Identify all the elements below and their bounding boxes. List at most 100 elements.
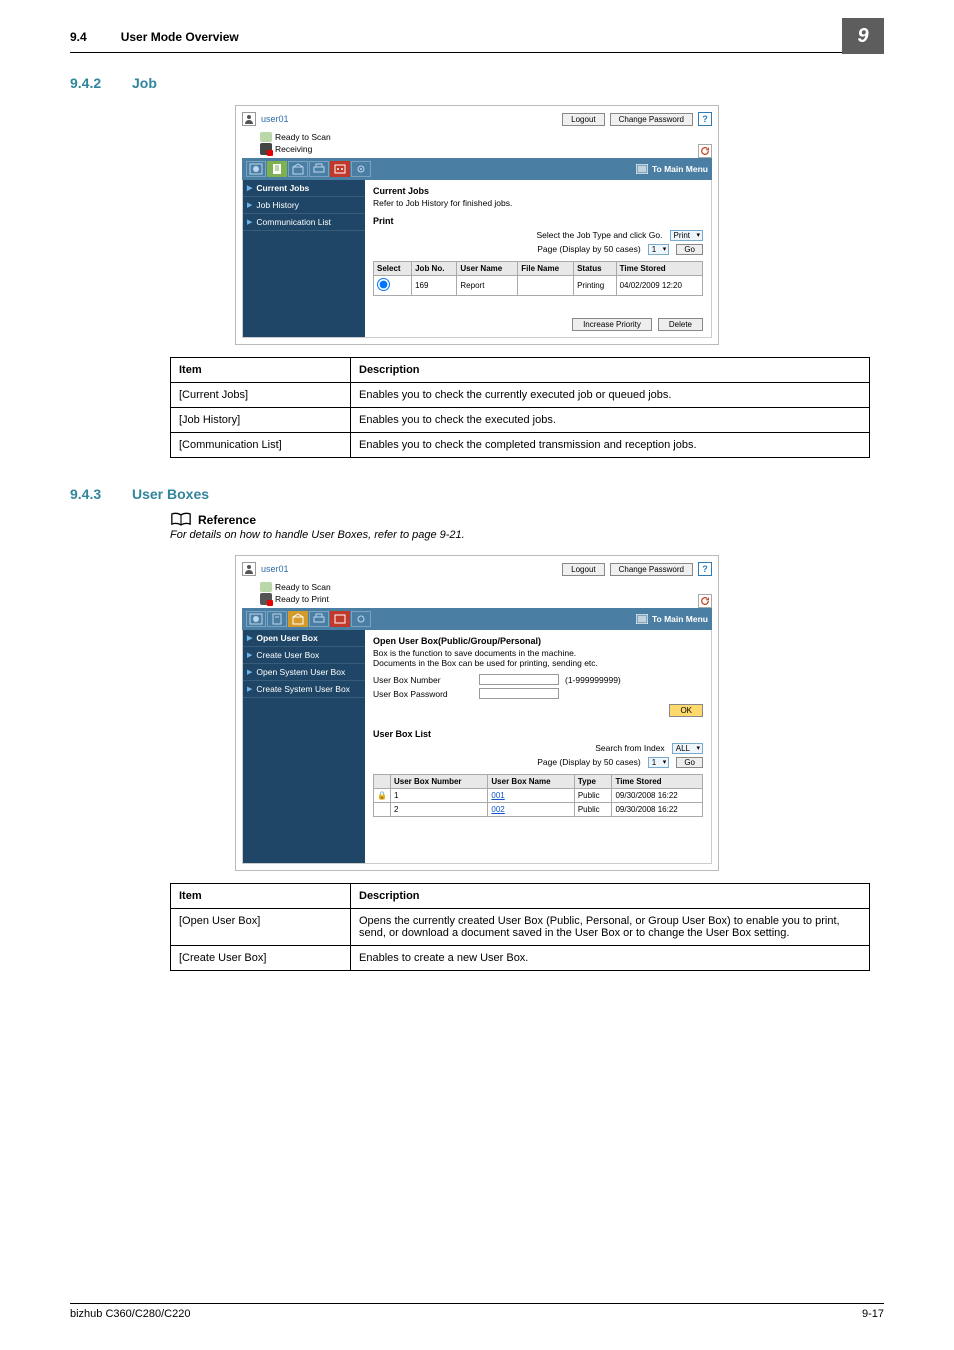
search-index-select[interactable]: ALL	[672, 743, 703, 754]
page-display-label: Page (Display by 50 cases)	[537, 244, 640, 254]
table-row: 2 002 Public 09/30/2008 16:22	[374, 803, 703, 817]
refresh-icon[interactable]	[698, 144, 712, 158]
tab-print-icon[interactable]	[309, 611, 329, 627]
help-icon[interactable]: ?	[698, 562, 712, 576]
logout-button[interactable]: Logout	[562, 113, 604, 126]
panel-sub2: Documents in the Box can be used for pri…	[373, 658, 703, 668]
tab-store-icon[interactable]	[330, 161, 350, 177]
userbox-number-input[interactable]	[479, 674, 559, 685]
tab-job-icon[interactable]	[267, 611, 287, 627]
heading-job-title: Job	[132, 75, 157, 91]
status-print: Ready to Print	[275, 594, 329, 604]
heading-userboxes-title: User Boxes	[132, 486, 209, 502]
nav-current-jobs[interactable]: ▶Current Jobs	[243, 180, 365, 197]
userbox-number-label: User Box Number	[373, 675, 473, 685]
heading-userboxes-num: 9.4.3	[70, 486, 132, 502]
userbox-password-input[interactable]	[479, 688, 559, 699]
table-row: 169 Report Printing 04/02/2009 12:20	[374, 276, 703, 296]
tab-settings-icon[interactable]	[351, 611, 371, 627]
section-title: User Mode Overview	[121, 30, 239, 44]
status-scan: Ready to Scan	[275, 132, 331, 142]
th-username: User Name	[457, 262, 518, 276]
page-select2[interactable]: 1	[648, 757, 669, 768]
tab-strip: To Main Menu	[242, 158, 712, 180]
scanner-status-icon	[260, 582, 272, 592]
th-description: Description	[351, 884, 870, 909]
table-row: [Current Jobs]Enables you to check the c…	[171, 383, 870, 408]
tab-store-icon[interactable]	[330, 611, 350, 627]
screenshot-job: user01 Logout Change Password ? Ready to…	[235, 105, 719, 345]
username: user01	[261, 114, 289, 124]
nav-create-system-user-box[interactable]: ▶Create System User Box	[243, 681, 365, 698]
th-status: Status	[574, 262, 617, 276]
change-password-button[interactable]: Change Password	[610, 113, 693, 126]
userbox-list-title: User Box List	[373, 729, 703, 739]
th-time: Time Stored	[616, 262, 702, 276]
tab-strip: To Main Menu	[242, 608, 712, 630]
status-scan: Ready to Scan	[275, 582, 331, 592]
tab-box-icon[interactable]	[288, 611, 308, 627]
row-select-radio[interactable]	[377, 278, 390, 291]
panel-title: Current Jobs	[373, 186, 703, 196]
tab-settings-icon[interactable]	[351, 161, 371, 177]
th-time: Time Stored	[612, 775, 703, 789]
to-main-menu-button[interactable]: To Main Menu	[636, 614, 708, 624]
chapter-side-tab: 9	[842, 18, 884, 54]
increase-priority-button[interactable]: Increase Priority	[572, 318, 652, 331]
username: user01	[261, 564, 289, 574]
box-link-002[interactable]: 002	[491, 805, 504, 814]
lock-icon: 🔒	[377, 791, 387, 800]
logout-button[interactable]: Logout	[562, 563, 604, 576]
section-number: 9.4	[70, 30, 87, 44]
change-password-button[interactable]: Change Password	[610, 563, 693, 576]
nav-job-history[interactable]: ▶Job History	[243, 197, 365, 214]
th-item: Item	[171, 884, 351, 909]
delete-button[interactable]: Delete	[658, 318, 703, 331]
tab-network-icon[interactable]	[246, 161, 266, 177]
nav-communication-list[interactable]: ▶Communication List	[243, 214, 365, 231]
panel-sub1: Box is the function to save documents in…	[373, 648, 703, 658]
tab-box-icon[interactable]	[288, 161, 308, 177]
table-row: 🔒 1 001 Public 09/30/2008 16:22	[374, 789, 703, 803]
scanner-status-icon	[260, 132, 272, 142]
table-row: [Job History]Enables you to check the ex…	[171, 408, 870, 433]
select-job-type-label: Select the Job Type and click Go.	[536, 230, 662, 240]
print-label: Print	[373, 216, 703, 226]
nav-open-system-user-box[interactable]: ▶Open System User Box	[243, 664, 365, 681]
search-index-label: Search from Index	[595, 743, 664, 753]
table-row: [Create User Box]Enables to create a new…	[171, 946, 870, 971]
tab-print-icon[interactable]	[309, 161, 329, 177]
to-main-menu-button[interactable]: To Main Menu	[636, 164, 708, 174]
job-type-select[interactable]: Print	[670, 230, 703, 241]
page-display-label2: Page (Display by 50 cases)	[537, 757, 640, 767]
footer-model: bizhub C360/C280/C220	[70, 1308, 190, 1320]
user-icon	[242, 562, 256, 576]
reference-icon	[170, 512, 192, 527]
th-boxname: User Box Name	[488, 775, 574, 789]
panel-title: Open User Box(Public/Group/Personal)	[373, 636, 703, 646]
tab-job-icon[interactable]	[267, 161, 287, 177]
th-item: Item	[171, 358, 351, 383]
panel-subtitle: Refer to Job History for finished jobs.	[373, 198, 703, 208]
box-link-001[interactable]: 001	[491, 791, 504, 800]
th-description: Description	[351, 358, 870, 383]
tab-network-icon[interactable]	[246, 611, 266, 627]
nav-open-user-box[interactable]: ▶Open User Box	[243, 630, 365, 647]
th-filename: File Name	[518, 262, 574, 276]
user-icon	[242, 112, 256, 126]
page-select[interactable]: 1	[648, 244, 669, 255]
heading-job-num: 9.4.2	[70, 75, 132, 91]
nav-create-user-box[interactable]: ▶Create User Box	[243, 647, 365, 664]
footer-page: 9-17	[862, 1308, 884, 1320]
reference-text: For details on how to handle User Boxes,…	[170, 529, 954, 541]
help-icon[interactable]: ?	[698, 112, 712, 126]
userbox-password-label: User Box Password	[373, 689, 473, 699]
th-select: Select	[374, 262, 412, 276]
go-button[interactable]: Go	[676, 244, 703, 255]
userbox-number-hint: (1-999999999)	[565, 675, 621, 685]
table-row: [Open User Box]Opens the currently creat…	[171, 909, 870, 946]
refresh-icon[interactable]	[698, 594, 712, 608]
go-button2[interactable]: Go	[676, 757, 703, 768]
screenshot-userbox: user01 Logout Change Password ? Ready to…	[235, 555, 719, 871]
ok-button[interactable]: OK	[669, 704, 703, 717]
